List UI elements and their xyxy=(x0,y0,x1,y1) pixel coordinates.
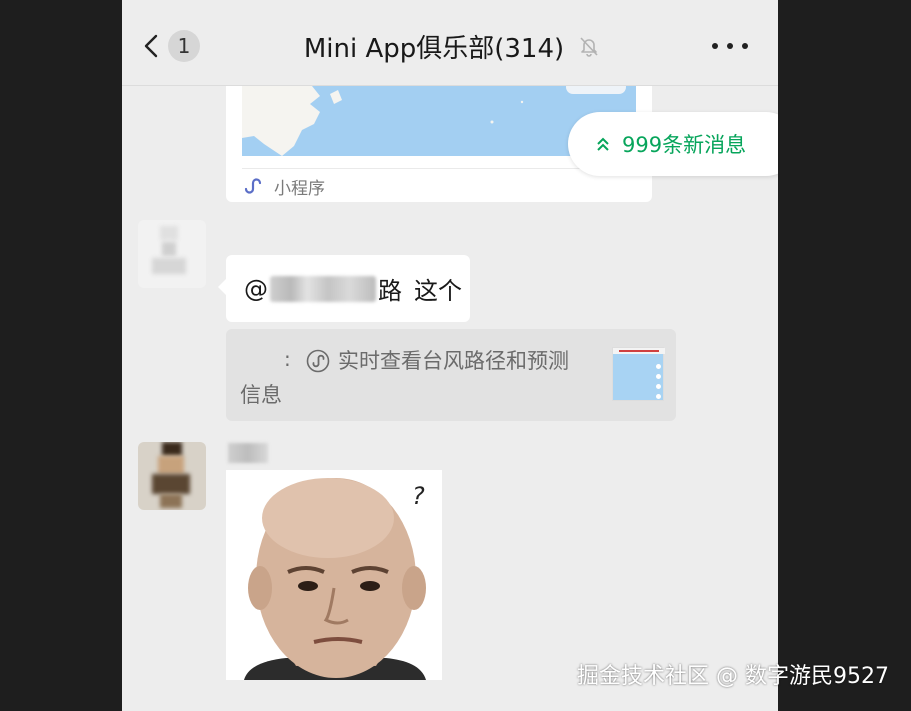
double-chevron-up-icon xyxy=(597,137,609,151)
bell-off-icon xyxy=(580,37,598,57)
chat-header: 1 Mini App俱乐部(314) xyxy=(122,0,778,86)
mini-program-link-icon xyxy=(244,178,262,194)
chat-window: 1 Mini App俱乐部(314) 小程序 999条新消息 @ 路 这个: … xyxy=(122,0,778,711)
quote-thumbnail xyxy=(612,347,665,401)
text-message-bubble[interactable]: @ 路 这个 xyxy=(218,255,470,322)
mini-program-label: 小程序 xyxy=(274,178,325,199)
sticker-image[interactable]: ? xyxy=(226,470,442,680)
quoted-message[interactable]: : 实时查看台风路径和预测 信息 xyxy=(226,329,676,421)
watermark: 掘金技术社区 @ 数字游民9527 xyxy=(577,664,889,689)
mention-name-tail: 路 xyxy=(378,277,402,305)
chat-title-area[interactable]: Mini App俱乐部(314) xyxy=(272,26,632,66)
card-divider xyxy=(242,168,636,169)
sticker-question-mark: ? xyxy=(412,482,425,510)
avatar[interactable] xyxy=(138,220,206,288)
message-text: 这个 xyxy=(414,277,462,305)
sender-name-redacted xyxy=(228,443,268,463)
quote-colon: : xyxy=(284,347,291,371)
face-sticker-icon xyxy=(244,478,426,680)
mini-program-footer: 小程序 xyxy=(242,174,325,199)
new-messages-label: 999条新消息 xyxy=(622,133,747,157)
new-messages-pill[interactable]: 999条新消息 xyxy=(568,112,778,176)
mention-name-redacted xyxy=(270,275,376,302)
mention-at: @ xyxy=(244,274,268,303)
chat-title: Mini App俱乐部(314) xyxy=(303,33,565,64)
back-button[interactable]: 1 xyxy=(144,28,208,64)
quote-text-line2: 信息 xyxy=(240,383,282,407)
chevron-left-icon xyxy=(144,34,158,58)
quote-text-line1: 实时查看台风路径和预测 xyxy=(338,349,569,373)
avatar[interactable] xyxy=(138,442,206,510)
more-options-button[interactable] xyxy=(712,30,748,62)
mini-program-link-icon xyxy=(306,349,330,373)
more-dots-icon xyxy=(712,43,718,49)
unread-count-badge: 1 xyxy=(168,30,200,62)
